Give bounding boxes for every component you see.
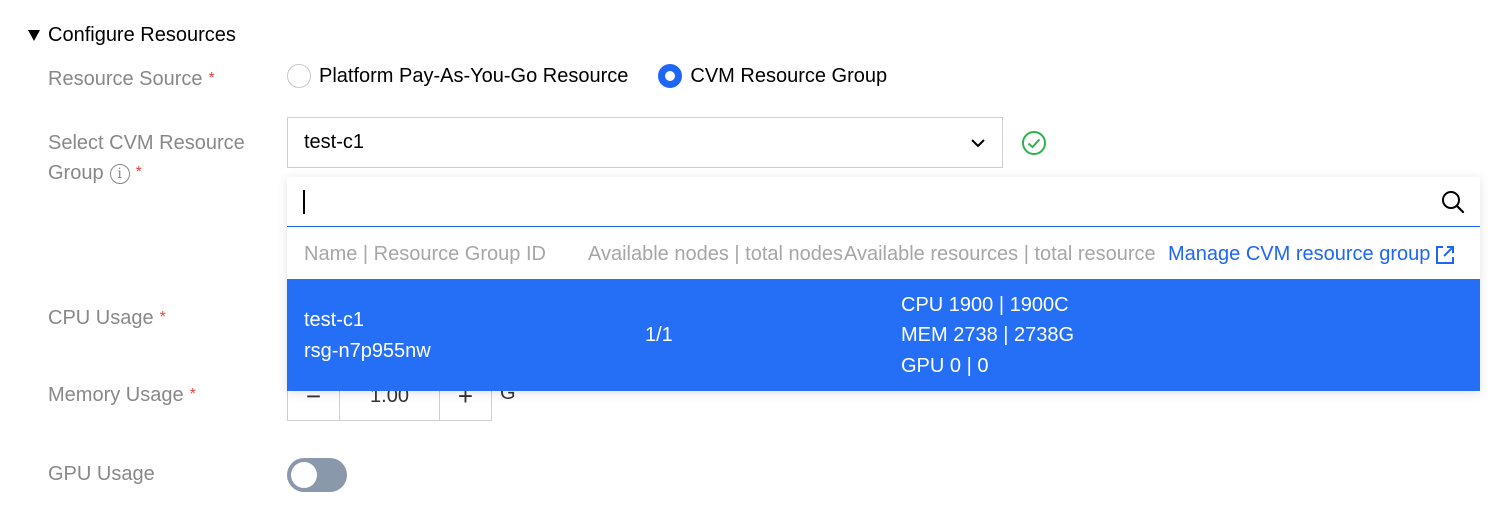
resource-group-dropdown: Name | Resource Group ID Available nodes…	[287, 177, 1480, 391]
resource-source-label: Resource Source *	[48, 64, 215, 94]
select-group-label-line2-wrap: Group i *	[48, 158, 245, 188]
radio-cvm-resource-group-label: CVM Resource Group	[690, 64, 888, 87]
resource-group-select[interactable]: test-c1	[287, 117, 1003, 168]
gpu-usage-label: GPU Usage	[48, 463, 155, 485]
radio-platform-payg-label: Platform Pay-As-You-Go Resource	[319, 64, 629, 87]
radio-checked-icon[interactable]	[658, 64, 683, 88]
gpu-usage-toggle[interactable]	[287, 458, 347, 492]
manage-cvm-resource-group-link[interactable]: Manage CVM resource group	[1168, 243, 1456, 266]
required-mark: *	[189, 386, 196, 403]
select-group-label-line2: Group	[48, 162, 104, 184]
dropdown-option-row[interactable]: test-c1 rsg-n7p955nw 1/1 CPU 1900 | 1900…	[287, 279, 1480, 391]
section-title: Configure Resources	[48, 24, 236, 46]
text-cursor	[303, 190, 305, 214]
dropdown-column-headers: Name | Resource Group ID Available nodes…	[287, 229, 1480, 279]
cpu-usage-label-text: CPU Usage	[48, 307, 154, 329]
resource-source-radio-group: Platform Pay-As-You-Go Resource CVM Reso…	[287, 64, 887, 88]
manage-link-label: Manage CVM resource group	[1168, 243, 1431, 265]
option-nodes: 1/1	[645, 324, 673, 346]
chevron-down-icon	[971, 138, 985, 147]
radio-unchecked-icon[interactable]	[287, 64, 311, 88]
check-circle-icon	[1022, 131, 1046, 155]
section-toggle[interactable]: Configure Resources	[28, 24, 236, 47]
option-gpu: GPU 0 | 0	[901, 355, 989, 377]
memory-usage-label: Memory Usage *	[48, 380, 196, 410]
column-header-resources: Available resources | total resource	[844, 243, 1166, 266]
configure-resources-form: Configure Resources Resource Source * Pla…	[0, 0, 1500, 532]
radio-cvm-resource-group[interactable]: CVM Resource Group	[658, 64, 887, 88]
option-id: rsg-n7p955nw	[304, 340, 431, 362]
cpu-usage-label: CPU Usage *	[48, 303, 166, 333]
search-icon[interactable]	[1440, 189, 1466, 215]
required-mark: *	[208, 70, 215, 87]
external-link-icon	[1436, 245, 1455, 264]
info-icon[interactable]: i	[109, 163, 130, 184]
select-group-label: Select CVM Resource Group i *	[48, 128, 245, 188]
option-name: test-c1	[304, 309, 365, 331]
select-value: test-c1	[304, 131, 365, 153]
resource-source-label-text: Resource Source	[48, 68, 203, 90]
toggle-knob	[291, 462, 317, 488]
column-header-nodes: Available nodes | total nodes	[588, 243, 844, 265]
required-mark: *	[159, 309, 166, 326]
column-header-name: Name | Resource Group ID	[304, 243, 546, 265]
option-cpu: CPU 1900 | 1900C	[901, 294, 1069, 316]
required-mark: *	[135, 164, 142, 181]
collapse-caret-icon	[28, 30, 40, 41]
radio-platform-payg[interactable]: Platform Pay-As-You-Go Resource	[287, 64, 628, 88]
option-mem: MEM 2738 | 2738G	[901, 324, 1075, 346]
select-group-label-line1: Select CVM Resource	[48, 132, 245, 154]
memory-usage-label-text: Memory Usage	[48, 384, 184, 406]
dropdown-search-bar	[287, 177, 1480, 227]
dropdown-search-input[interactable]	[303, 185, 1427, 221]
